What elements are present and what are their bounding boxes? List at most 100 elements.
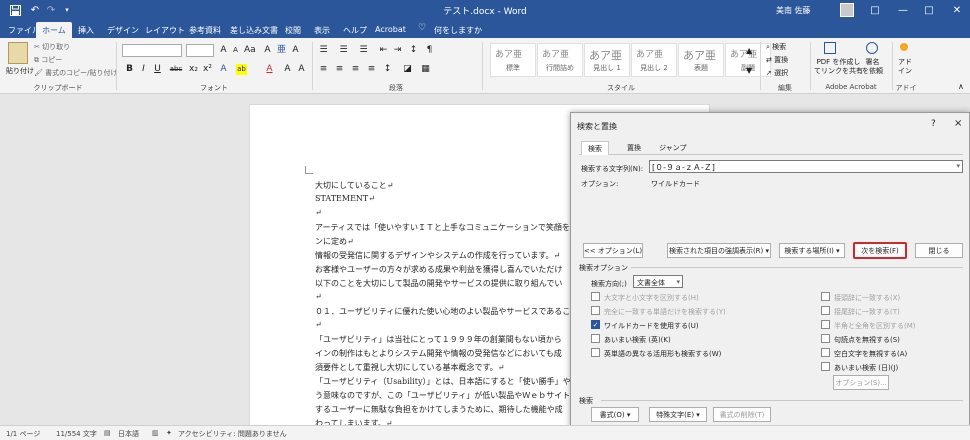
- fuzzy-japanese-checkbox[interactable]: [821, 362, 830, 371]
- word-forms-checkbox[interactable]: [591, 348, 600, 357]
- wildcards-checkbox[interactable]: ✓: [591, 320, 600, 329]
- tab-help[interactable]: ヘルプ: [337, 22, 373, 38]
- ignore-punctuation-checkbox[interactable]: [821, 334, 830, 343]
- format-button[interactable]: 書式(O) ▾: [591, 407, 639, 422]
- font-color-button[interactable]: A: [264, 64, 275, 75]
- dialog-close-action-button[interactable]: 閉じる: [915, 243, 963, 258]
- tell-me-search[interactable]: 何をしますか: [428, 22, 488, 38]
- text-effects-icon[interactable]: A: [218, 64, 229, 75]
- enclose-char-icon[interactable]: A: [290, 45, 301, 56]
- fuzzy-options-button[interactable]: オプション(S)...: [833, 375, 889, 390]
- char-shading-icon[interactable]: A: [282, 64, 293, 75]
- addin-button[interactable]: アド イン: [898, 58, 912, 76]
- paste-button[interactable]: 貼り付け: [6, 66, 34, 76]
- find-in-button[interactable]: 検索する場所(I) ▾: [779, 243, 845, 258]
- paste-icon[interactable]: [8, 42, 28, 64]
- tab-insert[interactable]: 挿入: [72, 22, 100, 38]
- ribbon-display-icon[interactable]: □: [868, 3, 882, 17]
- close-button[interactable]: ✕: [950, 3, 964, 17]
- ignore-whitespace-checkbox[interactable]: [821, 348, 830, 357]
- maximize-button[interactable]: □: [922, 3, 936, 17]
- phonetic-icon[interactable]: 亜: [276, 45, 287, 56]
- dialog-tab-replace[interactable]: 置換: [621, 143, 647, 153]
- font-name-combo[interactable]: [122, 44, 182, 57]
- accessibility-status[interactable]: アクセシビリティ: 問題ありません: [178, 429, 287, 439]
- tab-acrobat[interactable]: Acrobat: [369, 22, 412, 38]
- special-button[interactable]: 特殊文字(E) ▾: [649, 407, 707, 422]
- justify-icon[interactable]: ≡: [366, 64, 377, 75]
- cut-button[interactable]: ✂ 切り取り: [34, 42, 70, 52]
- font-size-combo[interactable]: [186, 44, 214, 57]
- match-suffix-checkbox[interactable]: [821, 306, 830, 315]
- no-formatting-button[interactable]: 書式の削除(T): [713, 407, 771, 422]
- bold-button[interactable]: B: [124, 64, 135, 75]
- highlight-button[interactable]: ab: [236, 64, 247, 75]
- change-case-icon[interactable]: Aa: [244, 45, 256, 56]
- copy-button[interactable]: ⧉ コピー: [34, 55, 62, 65]
- avatar[interactable]: [840, 3, 854, 17]
- dialog-close-button[interactable]: ×: [954, 118, 962, 129]
- shrink-font-icon[interactable]: A: [230, 45, 241, 56]
- page-count[interactable]: 1/1 ページ: [6, 429, 40, 439]
- shading-icon[interactable]: ◪: [402, 64, 413, 75]
- less-options-button[interactable]: << オプション(L): [583, 243, 643, 258]
- match-case-checkbox[interactable]: [591, 292, 600, 301]
- match-prefix-checkbox[interactable]: [821, 292, 830, 301]
- word-count[interactable]: 11/554 文字: [56, 429, 97, 439]
- tab-mailings[interactable]: 差し込み文書: [224, 22, 284, 38]
- reading-highlight-button[interactable]: 検索された項目の強調表示(R) ▾: [667, 243, 771, 258]
- select-button[interactable]: ➚ 選択: [766, 68, 788, 78]
- more-styles-icon[interactable]: ▼: [746, 66, 752, 75]
- subscript-button[interactable]: x₂: [188, 64, 199, 75]
- user-name[interactable]: 美南 佐藤: [776, 5, 811, 16]
- numbering-icon[interactable]: ☰: [338, 45, 349, 56]
- style-no-spacing[interactable]: あア亜 行間詰め: [537, 43, 583, 77]
- tab-home[interactable]: ホーム: [36, 22, 72, 38]
- width-sensitive-checkbox[interactable]: [821, 320, 830, 329]
- tab-view[interactable]: 表示: [308, 22, 336, 38]
- style-normal[interactable]: あア亜 標準: [490, 43, 536, 77]
- help-button[interactable]: ?: [931, 119, 936, 129]
- track-changes-icon[interactable]: ▥: [152, 429, 159, 437]
- increase-indent-icon[interactable]: ⇥: [392, 45, 403, 56]
- underline-button[interactable]: U: [152, 64, 163, 75]
- find-what-input[interactable]: [０-９ａ-ｚＡ-Ｚ] ▾: [649, 160, 963, 173]
- create-pdf-button[interactable]: PDF を作成し てリンクを共有: [814, 58, 863, 76]
- sounds-like-checkbox[interactable]: [591, 334, 600, 343]
- find-replace-dialog[interactable]: 検索と置換 ? × 検索 置換 ジャンプ 検索する文字列(N): [０-９ａ-ｚ…: [570, 112, 970, 430]
- format-painter-button[interactable]: 🖌 書式のコピー/貼り付け: [34, 68, 117, 78]
- char-border-icon[interactable]: A: [296, 64, 307, 75]
- language-indicator[interactable]: 日本語: [118, 429, 139, 439]
- tab-references[interactable]: 参考資料: [183, 22, 227, 38]
- decrease-indent-icon[interactable]: ⇤: [378, 45, 389, 56]
- borders-icon[interactable]: ▦: [420, 64, 431, 75]
- minimize-button[interactable]: —: [896, 3, 910, 17]
- tab-review[interactable]: 校閲: [279, 22, 307, 38]
- collapse-ribbon-icon[interactable]: ∧: [958, 82, 964, 91]
- find-next-button[interactable]: 次を検索(F): [853, 242, 907, 259]
- bullets-icon[interactable]: ☰: [318, 45, 329, 56]
- multilevel-list-icon[interactable]: ☰: [358, 45, 369, 56]
- show-marks-icon[interactable]: ¶: [424, 45, 435, 56]
- style-heading-1[interactable]: あア亜 見出し 1: [584, 43, 630, 77]
- clear-format-icon[interactable]: A: [262, 45, 273, 56]
- align-right-icon[interactable]: ≡: [350, 64, 361, 75]
- dialog-tab-find[interactable]: 検索: [581, 141, 609, 155]
- grow-font-icon[interactable]: A: [218, 45, 229, 56]
- proofing-icon[interactable]: ▤: [104, 429, 111, 437]
- strikethrough-button[interactable]: abc: [168, 64, 184, 75]
- search-direction-select[interactable]: 文書全体 ▾: [633, 275, 683, 288]
- sort-icon[interactable]: ↕: [408, 45, 419, 56]
- superscript-button[interactable]: x²: [202, 64, 213, 75]
- whole-words-checkbox[interactable]: [591, 306, 600, 315]
- style-heading-2[interactable]: あア亜 見出し 2: [631, 43, 677, 77]
- scroll-styles-icon[interactable]: ▲: [746, 46, 752, 55]
- line-spacing-icon[interactable]: ↕: [382, 64, 393, 75]
- style-title[interactable]: あア亜 表題: [678, 43, 724, 77]
- request-sign-button[interactable]: 署名 を依頼: [862, 58, 883, 76]
- chevron-down-icon[interactable]: ▾: [956, 162, 960, 170]
- italic-button[interactable]: I: [138, 64, 149, 75]
- align-center-icon[interactable]: ≡: [334, 64, 345, 75]
- align-left-icon[interactable]: ≡: [318, 64, 329, 75]
- find-button[interactable]: ⌕ 検索: [766, 42, 786, 52]
